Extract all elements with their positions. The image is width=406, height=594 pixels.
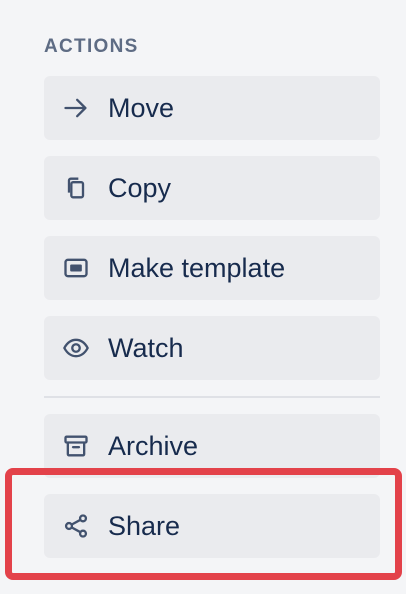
share-button[interactable]: Share [44, 494, 380, 558]
archive-button[interactable]: Archive [44, 414, 380, 478]
move-label: Move [108, 93, 175, 123]
copy-icon [62, 174, 90, 202]
template-icon [62, 254, 90, 282]
divider [44, 396, 380, 398]
section-title: ACTIONS [44, 36, 139, 57]
move-button[interactable]: Move [44, 76, 380, 140]
copy-button[interactable]: Copy [44, 156, 380, 220]
watch-label: Watch [108, 333, 184, 363]
copy-label: Copy [108, 173, 172, 203]
eye-icon [62, 334, 90, 362]
make-template-label: Make template [108, 253, 286, 283]
make-template-button[interactable]: Make template [44, 236, 380, 300]
archive-label: Archive [108, 431, 199, 461]
share-label: Share [108, 511, 181, 541]
watch-button[interactable]: Watch [44, 316, 380, 380]
share-icon [62, 512, 90, 540]
arrow-right-icon [62, 94, 90, 122]
archive-icon [62, 432, 90, 460]
